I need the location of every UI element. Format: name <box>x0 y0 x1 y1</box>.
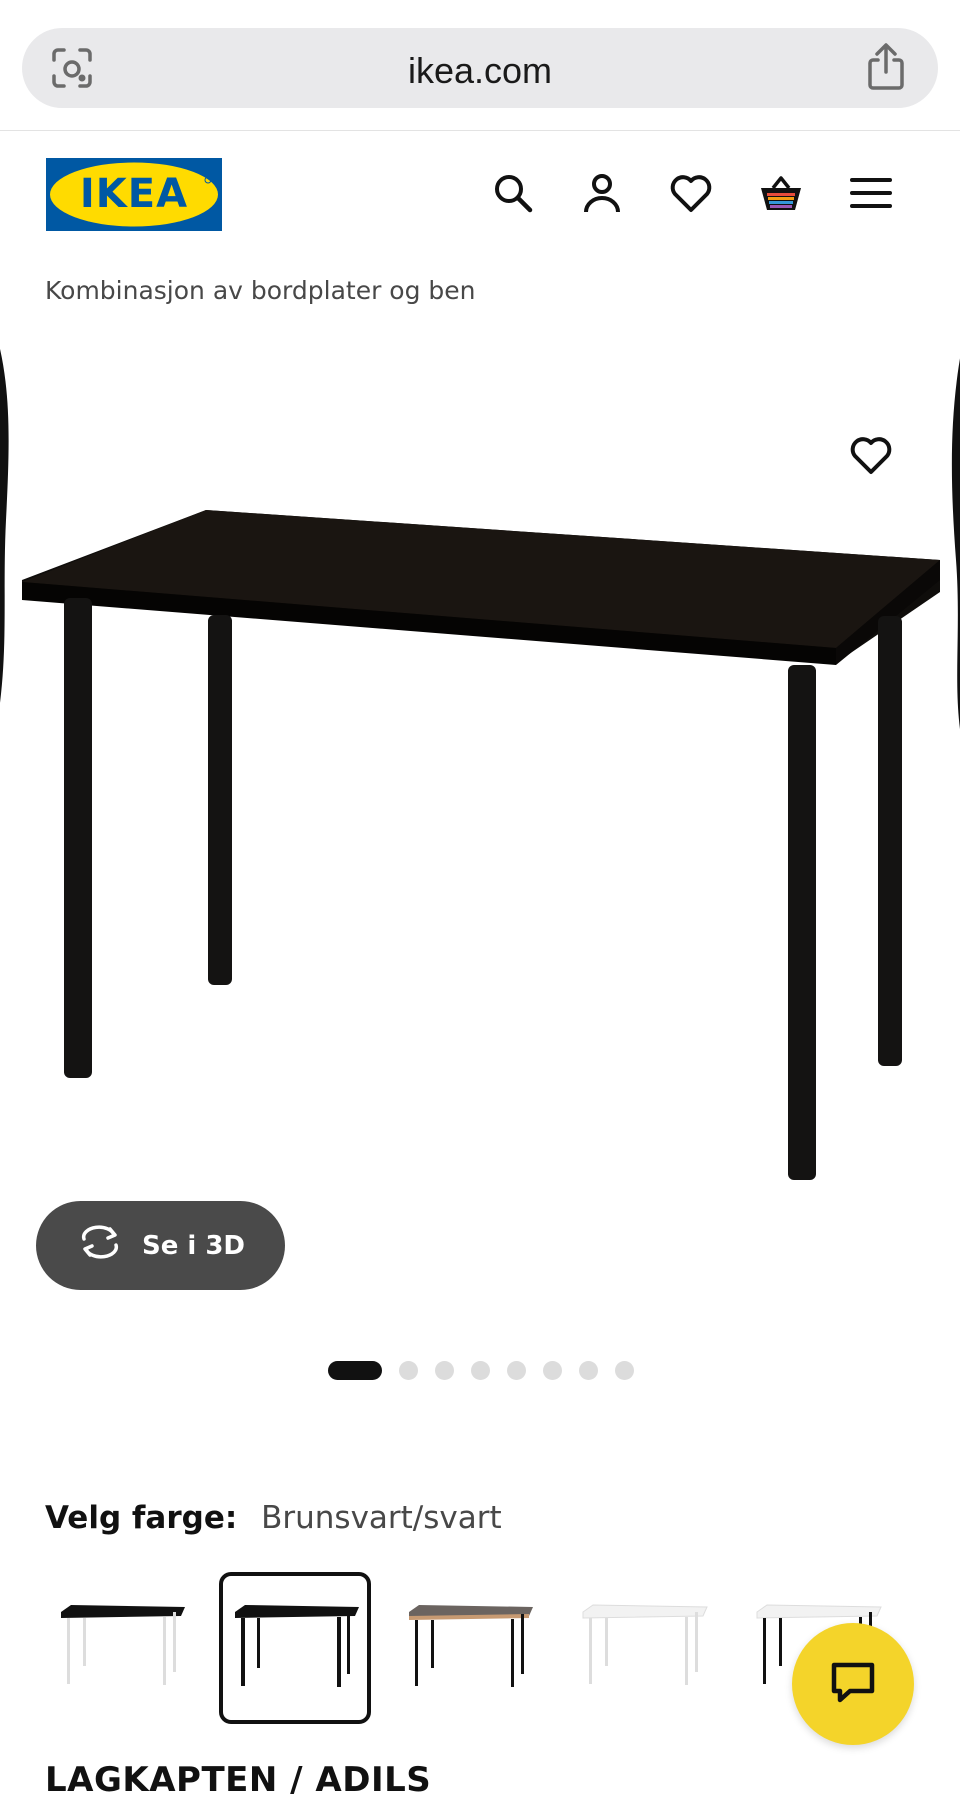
url-text[interactable]: ikea.com <box>22 50 938 92</box>
share-icon[interactable] <box>864 42 908 92</box>
color-swatch-brownblack-black[interactable] <box>219 1572 371 1724</box>
view-in-3d-button[interactable]: Se i 3D <box>36 1201 285 1290</box>
logo-text: IKEA <box>80 171 188 217</box>
wishlist-icon[interactable] <box>668 170 714 216</box>
search-icon[interactable] <box>490 170 536 216</box>
ikea-logo[interactable]: IKEA <box>46 158 222 231</box>
carousel-dot[interactable] <box>543 1360 562 1380</box>
menu-icon[interactable] <box>848 170 894 216</box>
carousel-dot[interactable] <box>328 1360 382 1380</box>
color-selection: Velg farge: Brunsvart/svart <box>45 1500 502 1536</box>
carousel-dot[interactable] <box>615 1360 634 1380</box>
color-swatch-brownblack-white[interactable] <box>45 1572 197 1724</box>
selected-color: Brunsvart/svart <box>261 1500 502 1536</box>
chat-button[interactable] <box>792 1623 914 1745</box>
browser-toolbar: ikea.com <box>0 0 960 131</box>
product-image[interactable] <box>0 330 960 1210</box>
carousel-dot[interactable] <box>471 1360 490 1380</box>
chat-bubble-icon <box>828 1659 878 1709</box>
carousel-dot[interactable] <box>579 1360 598 1380</box>
carousel-dot[interactable] <box>435 1360 454 1380</box>
product-title: LAGKAPTEN / ADILS <box>45 1760 432 1800</box>
color-label: Velg farge: <box>45 1500 238 1536</box>
view-in-3d-label: Se i 3D <box>141 1230 246 1261</box>
carousel-dot[interactable] <box>507 1360 526 1380</box>
color-swatch-gray-black[interactable] <box>393 1572 545 1724</box>
rotate-3d-icon <box>76 1225 124 1266</box>
breadcrumb[interactable]: Kombinasjon av bordplater og ben <box>45 276 476 305</box>
add-to-wishlist-icon[interactable] <box>848 432 894 478</box>
cart-icon[interactable] <box>758 170 804 216</box>
address-bar[interactable]: ikea.com <box>22 28 938 108</box>
carousel-pagination <box>328 1360 634 1380</box>
carousel-dot[interactable] <box>399 1360 418 1380</box>
color-swatch-white-white[interactable] <box>567 1572 719 1724</box>
account-icon[interactable] <box>579 170 625 216</box>
